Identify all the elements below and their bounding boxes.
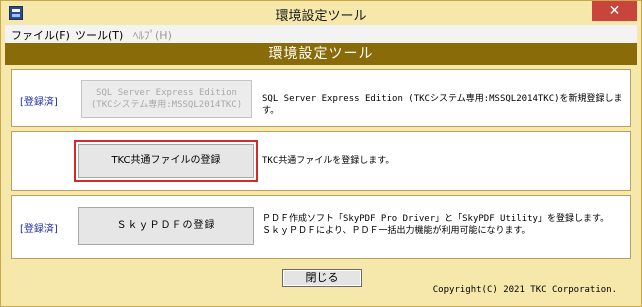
page-header: 環境設定ツール xyxy=(5,43,637,65)
menu-file[interactable]: ファイル(F) xyxy=(11,27,70,43)
window-title: 環境設定ツール xyxy=(275,9,367,24)
copyright: Copyright(C) 2021 TKC Corporation. xyxy=(432,285,617,295)
register-skypdf-button[interactable]: ＳｋｙＰＤＦの登録 xyxy=(78,207,254,245)
register-tkc-common-button[interactable]: TKC共通ファイルの登録 xyxy=(74,140,258,182)
description-line1: ＰＤＦ作成ソフト「SkyPDF Pro Driver」と「SkyPDF Util… xyxy=(262,214,610,224)
panel-tkc-common: TKC共通ファイルの登録 TKC共通ファイルを登録します。 xyxy=(11,131,631,191)
status-registered: [登録済] xyxy=(20,97,58,108)
menu-help: ﾍﾙﾌﾟ(H) xyxy=(133,29,172,42)
description-line2: ＳｋｙＰＤＦにより、ＰＤＦ一括出力機能が利用可能になります。 xyxy=(262,226,531,236)
status-registered: [登録済] xyxy=(20,224,58,235)
close-button[interactable]: 閉じる xyxy=(282,269,362,287)
description-line1: TKC共通ファイルを登録します。 xyxy=(262,156,395,166)
button-label: ＳｋｙＰＤＦの登録 xyxy=(116,220,216,231)
button-label: TKC共通ファイルの登録 xyxy=(111,155,221,166)
menu-tools[interactable]: ツール(T) xyxy=(75,27,123,43)
button-label-line1: SQL Server Express Edition xyxy=(96,88,237,98)
close-button-label: 閉じる xyxy=(305,271,339,284)
content-area: [登録済] SQL Server Express Edition (TKCシステ… xyxy=(5,65,637,305)
description: SQL Server Express Edition (TKCシステム専用:MS… xyxy=(262,93,630,117)
description: TKC共通ファイルを登録します。 xyxy=(262,155,394,167)
close-icon: ✕ xyxy=(608,3,621,19)
description: ＰＤＦ作成ソフト「SkyPDF Pro Driver」と「SkyPDF Util… xyxy=(262,213,609,237)
menu-bar: ファイル(F) ツール(T) ﾍﾙﾌﾟ(H) xyxy=(5,25,637,43)
title-bar: 環境設定ツール ✕ xyxy=(1,1,641,25)
description-line1: SQL Server Express Edition (TKCシステム専用:MS… xyxy=(262,94,623,116)
close-window-button[interactable]: ✕ xyxy=(592,1,637,21)
main-window: 環境設定ツール ✕ ファイル(F) ツール(T) ﾍﾙﾌﾟ(H) 環境設定ツール… xyxy=(0,0,642,307)
panel-skypdf: [登録済] ＳｋｙＰＤＦの登録 ＰＤＦ作成ソフト「SkyPDF Pro Driv… xyxy=(11,195,631,259)
panel-sql-server: [登録済] SQL Server Express Edition (TKCシステ… xyxy=(11,69,631,127)
button-label-line2: (TKCシステム専用:MSSQL2014TKC) xyxy=(90,100,243,110)
register-sql-server-button: SQL Server Express Edition (TKCシステム専用:MS… xyxy=(81,80,252,118)
